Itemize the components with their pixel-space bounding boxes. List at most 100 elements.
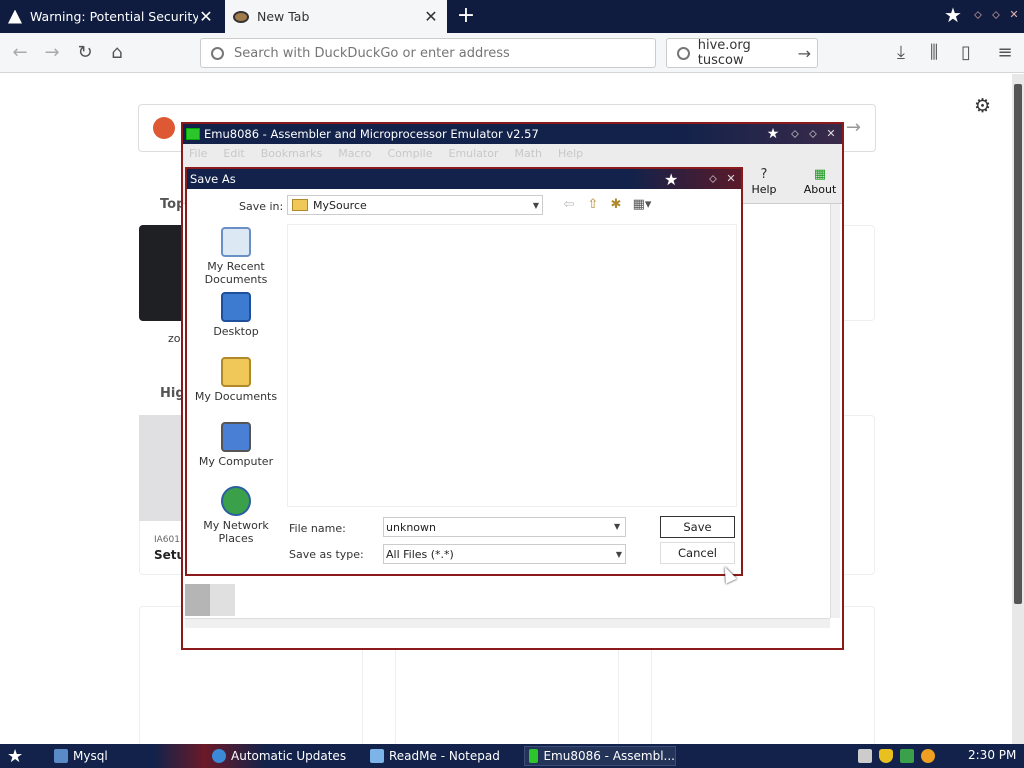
view-menu-icon[interactable]: ▦▾ xyxy=(629,197,655,215)
search-value: hive.org tuscow xyxy=(697,38,751,68)
taskbar: ★ Mysql Automatic Updates ReadMe - Notep… xyxy=(0,744,1024,768)
top-site-label[interactable]: zo xyxy=(168,332,181,345)
save-as-type-dropdown[interactable]: All Files (*.*) ▼ xyxy=(383,544,626,564)
about-label: About xyxy=(803,183,837,196)
menu-emulator[interactable]: Emulator xyxy=(449,147,499,160)
close-dialog-icon[interactable]: ✕ xyxy=(724,172,738,186)
dropdown-arrow-icon: ▼ xyxy=(615,549,622,559)
editor-vertical-scrollbar[interactable] xyxy=(830,204,840,618)
place-desktop[interactable]: Desktop xyxy=(187,292,285,338)
clock[interactable]: 2:30 PM xyxy=(968,748,1016,762)
desktop-icon xyxy=(221,292,251,322)
tab-strip: Warning: Potential Security Risk A ✕ New… xyxy=(0,0,1024,33)
close-tab-icon[interactable]: ✕ xyxy=(423,7,439,26)
close-window-icon[interactable]: ✕ xyxy=(824,127,838,141)
back-button[interactable]: ← xyxy=(9,42,31,64)
save-in-dropdown[interactable]: MySource ▼ xyxy=(287,195,543,215)
url-bar[interactable] xyxy=(200,38,656,68)
menu-button[interactable]: ≡ xyxy=(994,42,1016,64)
save-as-type-label: Save as type: xyxy=(289,548,364,561)
save-as-titlebar[interactable]: Save As xyxy=(187,169,741,189)
scrollbar-thumb[interactable] xyxy=(1014,84,1022,604)
place-network-places[interactable]: My Network Places xyxy=(187,486,285,545)
save-button[interactable]: Save xyxy=(660,516,735,538)
forward-button[interactable]: → xyxy=(41,42,63,64)
place-label: My Recent xyxy=(207,260,265,273)
menu-file[interactable]: File xyxy=(189,147,207,160)
downloads-button[interactable]: ⤓ xyxy=(890,42,912,64)
duckduckgo-logo-icon xyxy=(153,117,175,139)
sidebar-button[interactable]: ▯ xyxy=(955,42,977,64)
file-list[interactable] xyxy=(287,224,737,507)
taskbar-item-emu8086[interactable]: Emu8086 - Assembl... xyxy=(524,746,676,766)
minimize-icon[interactable]: ⬦ xyxy=(971,8,985,22)
place-recent-documents[interactable]: My Recent Documents xyxy=(187,227,285,286)
recent-documents-icon xyxy=(221,227,251,257)
editor-horizontal-scrollbar[interactable] xyxy=(185,618,830,628)
reload-button[interactable]: ↻ xyxy=(74,42,96,64)
taskbar-item-automatic-updates[interactable]: Automatic Updates xyxy=(208,746,358,766)
place-my-documents[interactable]: My Documents xyxy=(187,357,285,403)
menu-edit[interactable]: Edit xyxy=(223,147,244,160)
menu-math[interactable]: Math xyxy=(515,147,543,160)
maximize-icon[interactable]: ⬦ xyxy=(806,127,820,141)
file-name-input[interactable] xyxy=(383,517,626,537)
search-bar[interactable]: hive.org tuscow → xyxy=(666,38,818,68)
page-scrollbar[interactable] xyxy=(1012,74,1024,744)
place-my-computer[interactable]: My Computer xyxy=(187,422,285,468)
help-icon[interactable]: ⬦ xyxy=(706,172,720,186)
back-arrow-icon[interactable]: ⇦ xyxy=(559,197,579,215)
my-computer-icon xyxy=(221,422,251,452)
shield-icon[interactable] xyxy=(879,749,893,763)
help-label: Help xyxy=(751,183,777,196)
maximize-icon[interactable]: ⬦ xyxy=(989,8,1003,22)
search-icon[interactable] xyxy=(921,749,935,763)
home-button[interactable]: ⌂ xyxy=(106,42,128,64)
star-icon[interactable]: ★ xyxy=(664,170,678,189)
close-window-icon[interactable]: ✕ xyxy=(1007,8,1021,22)
library-button[interactable]: ⫼ xyxy=(923,42,945,64)
address-input[interactable] xyxy=(234,45,634,61)
emu8086-titlebar[interactable]: Emu8086 - Assembler and Microprocessor E… xyxy=(183,124,842,144)
go-arrow-icon[interactable]: → xyxy=(798,44,811,63)
place-label: Documents xyxy=(204,273,268,286)
star-icon[interactable]: ★ xyxy=(944,4,962,26)
dropdown-arrow-icon[interactable]: ▼ xyxy=(614,522,620,531)
save-as-dialog: Save As ★ ⬦ ✕ My Recent Documents Deskto… xyxy=(185,167,743,576)
my-documents-icon xyxy=(221,357,251,387)
up-folder-icon[interactable]: ⇧ xyxy=(583,197,603,215)
emu8086-icon xyxy=(529,749,539,763)
file-name-label: File name: xyxy=(289,522,346,535)
menu-help[interactable]: Help xyxy=(558,147,583,160)
taskbar-item-label: Emu8086 - Assembl... xyxy=(543,749,675,763)
menu-macro[interactable]: Macro xyxy=(338,147,371,160)
taskbar-item-notepad[interactable]: ReadMe - Notepad xyxy=(366,746,516,766)
minimize-icon[interactable]: ⬦ xyxy=(788,127,802,141)
tab-title: Warning: Potential Security Risk A xyxy=(30,9,198,24)
top-site-thumbnail[interactable] xyxy=(139,225,185,321)
menu-compile[interactable]: Compile xyxy=(388,147,433,160)
cancel-button[interactable]: Cancel xyxy=(660,542,735,564)
taskbar-item-mysql[interactable]: Mysql xyxy=(50,746,200,766)
go-arrow-icon[interactable]: → xyxy=(846,117,861,138)
new-tab-button[interactable]: + xyxy=(455,4,477,28)
keyboard-icon[interactable] xyxy=(858,749,872,763)
menu-bookmarks[interactable]: Bookmarks xyxy=(261,147,322,160)
windows-update-icon xyxy=(212,749,226,763)
network-icon[interactable] xyxy=(900,749,914,763)
star-icon[interactable]: ★ xyxy=(766,127,780,141)
help-button[interactable]: ? Help xyxy=(739,168,789,197)
status-panel xyxy=(185,584,210,616)
navigation-toolbar: ← → ↻ ⌂ hive.org tuscow → ⤓ ⫼ ▯ ≡ xyxy=(0,33,1024,73)
tab-security-warning[interactable]: Warning: Potential Security Risk A ✕ xyxy=(0,0,222,33)
new-folder-icon[interactable]: ✱ xyxy=(606,197,626,215)
about-button[interactable]: ▦ About xyxy=(795,168,845,197)
gear-icon[interactable]: ⚙ xyxy=(974,95,991,117)
place-label: My Computer xyxy=(198,455,274,468)
tab-new-tab[interactable]: New Tab ✕ xyxy=(225,0,447,33)
eye-icon xyxy=(233,10,249,23)
search-icon xyxy=(677,46,690,60)
close-tab-icon[interactable]: ✕ xyxy=(198,7,214,26)
folder-icon xyxy=(292,199,308,211)
start-button[interactable]: ★ xyxy=(7,746,23,767)
